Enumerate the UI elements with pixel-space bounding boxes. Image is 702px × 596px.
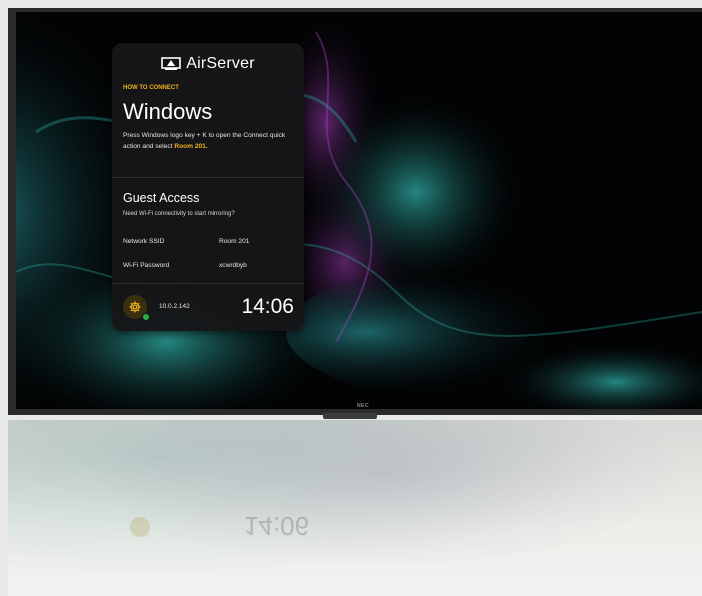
nec-logo: NEC	[357, 403, 370, 409]
airplay-icon	[161, 57, 182, 70]
guest-access-title: Guest Access	[123, 191, 200, 205]
network-ssid-label: Network SSID	[123, 238, 165, 245]
clock: 14:06	[241, 295, 294, 318]
gear-icon	[129, 301, 141, 313]
os-title: Windows	[123, 99, 213, 124]
ip-address: 10.0.2.142	[159, 303, 190, 310]
brand-name: AirServer	[186, 55, 255, 72]
wifi-password-label: Wi-Fi Password	[123, 262, 170, 269]
divider	[112, 177, 304, 178]
instructions-period: .	[205, 143, 208, 150]
floor-reflection: 14:06	[8, 420, 702, 596]
tv-stand	[323, 413, 377, 419]
brand-header: AirServer	[112, 55, 304, 73]
connect-instructions: Press Windows logo key + K to open the C…	[123, 130, 293, 152]
airserver-connect-card: AirServer HOW TO CONNECT Windows Press W…	[112, 43, 304, 331]
room-name-highlight: Room 201	[174, 143, 206, 150]
network-ssid-value: Room 201	[219, 238, 250, 245]
status-indicator	[142, 313, 150, 321]
reflection-clock: 14:06	[244, 511, 310, 541]
guest-access-subtitle: Need Wi-Fi connectivity to start mirrori…	[123, 211, 235, 217]
reflection-gear	[130, 517, 150, 537]
reflection-wallpaper	[8, 420, 702, 596]
section-label: HOW TO CONNECT	[123, 85, 179, 91]
wifi-password-value: xcwrdbyb	[219, 262, 247, 269]
divider	[112, 283, 304, 284]
